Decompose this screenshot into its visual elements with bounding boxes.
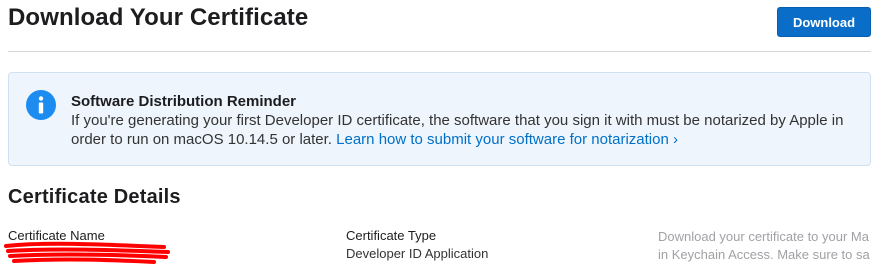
certificate-type-label: Certificate Type [346,228,437,243]
reminder-text-block: If you're generating your first Develope… [71,111,851,149]
certificate-download-page: Download Your Certificate Download Softw… [0,0,878,266]
reminder-banner: Software Distribution Reminder If you're… [8,72,871,166]
redaction-scribble [4,241,170,264]
download-button[interactable]: Download [777,7,871,37]
reminder-title: Software Distribution Reminder [71,93,297,110]
certificate-type-value: Developer ID Application [346,246,489,261]
download-instructions: Download your certificate to your Ma in … [658,228,878,264]
notarization-link[interactable]: Learn how to submit your software for no… [336,131,678,148]
header-divider [8,51,871,52]
page-title: Download Your Certificate [8,4,309,31]
section-title: Certificate Details [8,186,181,208]
download-instructions-line: in Keychain Access. Make sure to sa [658,247,870,262]
download-instructions-line: Download your certificate to your Ma [658,229,869,244]
info-icon [26,90,56,120]
